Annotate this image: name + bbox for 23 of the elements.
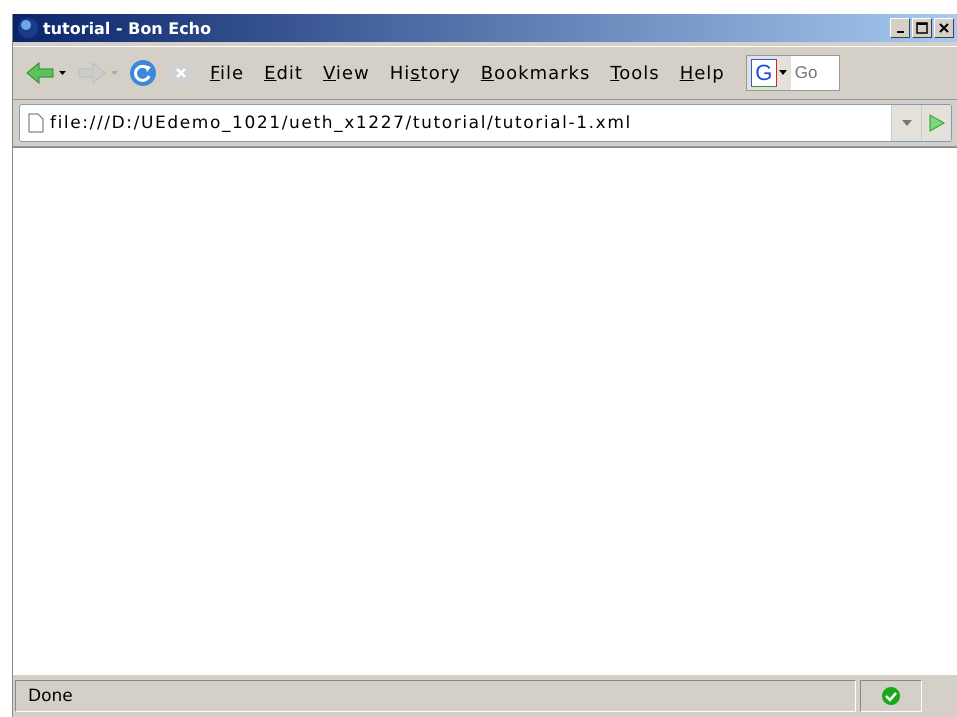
menu-item[interactable]: Edit xyxy=(257,62,310,84)
dropdown-button[interactable] xyxy=(891,105,921,141)
menu-item[interactable]: File xyxy=(203,62,252,84)
maximize-button[interactable] xyxy=(912,18,932,38)
status-text: Done xyxy=(15,680,856,712)
window-title: tutorial - Bon Echo xyxy=(43,18,212,38)
menu-item[interactable]: View xyxy=(316,62,377,84)
minimize-button[interactable] xyxy=(890,18,910,38)
menu-item[interactable]: History xyxy=(382,62,468,84)
menu-item[interactable]: Bookmarks xyxy=(474,62,598,84)
play-icon xyxy=(928,113,946,133)
menu-item[interactable]: Tools xyxy=(603,62,667,84)
reload-button[interactable] xyxy=(127,57,159,89)
close-button[interactable] xyxy=(934,18,954,38)
menu-item[interactable]: Help xyxy=(672,62,732,84)
close-icon xyxy=(939,23,949,33)
caret-icon xyxy=(902,120,912,126)
go-button[interactable] xyxy=(921,105,951,141)
globe-icon xyxy=(17,17,39,39)
check-icon xyxy=(881,686,901,706)
minimize-icon xyxy=(896,31,904,33)
address-bar[interactable]: file:///D:/UEdemo_1021/ueth_x1227/tutorial/tutorial-1.xml xyxy=(19,104,952,142)
maximize-icon xyxy=(916,22,928,34)
